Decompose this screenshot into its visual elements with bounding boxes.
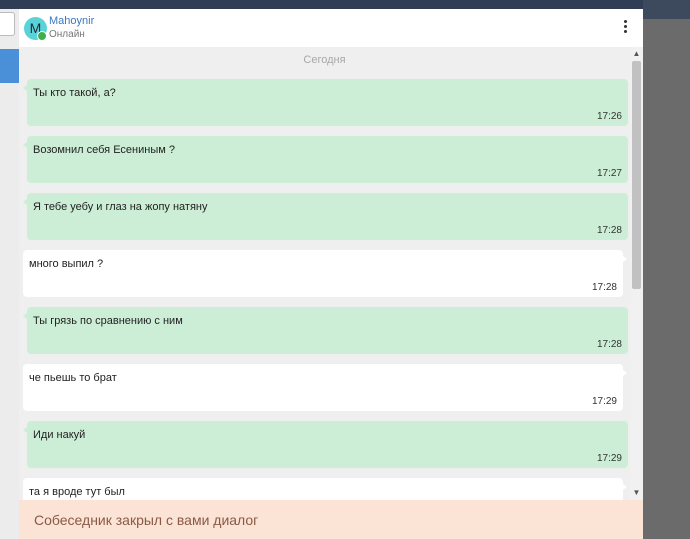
- message-list[interactable]: Сегодня Ты кто такой, а? 17:26 Возомнил …: [19, 47, 630, 500]
- message-time: 17:29: [591, 396, 617, 407]
- message-time: 17:28: [591, 282, 617, 293]
- top-window-strip: [0, 0, 690, 9]
- contact-status: Онлайн: [49, 29, 85, 40]
- message-time: 17:26: [596, 111, 622, 122]
- message-text: Возомнил себя Есениным ?: [33, 144, 175, 156]
- message-time: 17:28: [596, 225, 622, 236]
- more-vertical-icon[interactable]: [619, 19, 631, 37]
- chevron-up-icon[interactable]: ▲: [630, 49, 643, 59]
- left-panel: [0, 9, 19, 539]
- message-bubble: Возомнил себя Есениным ? 17:27: [23, 136, 628, 183]
- search-input[interactable]: [0, 12, 15, 36]
- message-text: че пьешь то брат: [29, 372, 117, 384]
- message-bubble: много выпил ? 17:28: [23, 250, 627, 297]
- dialog-closed-text: Собеседник закрыл с вами диалог: [34, 512, 259, 528]
- message-time: 17:29: [596, 453, 622, 464]
- scrollbar-thumb[interactable]: [632, 61, 641, 289]
- message-bubble: Иди накуй 17:29: [23, 421, 628, 468]
- chat-header: M Mahoynir Онлайн: [19, 9, 643, 47]
- message-time: 17:27: [596, 168, 622, 179]
- message-text: та я вроде тут был: [29, 486, 125, 498]
- dialog-closed-banner: Собеседник закрыл с вами диалог: [19, 500, 643, 539]
- date-separator: Сегодня: [303, 54, 346, 66]
- message-bubble: Я тебе уебу и глаз на жопу натяну 17:28: [23, 193, 628, 240]
- chevron-down-icon[interactable]: ▼: [630, 488, 643, 498]
- contact-name[interactable]: Mahoynir: [49, 15, 94, 27]
- online-status-dot: [37, 31, 47, 41]
- message-text: Иди накуй: [33, 429, 86, 441]
- message-bubble: че пьешь то брат 17:29: [23, 364, 627, 411]
- message-bubble: та я вроде тут был: [23, 478, 627, 500]
- message-bubble: Ты грязь по сравнению с ним 17:28: [23, 307, 628, 354]
- chat-window: M Mahoynir Онлайн Сегодня Ты кто такой, …: [19, 9, 643, 539]
- scrollbar[interactable]: ▲ ▼: [630, 47, 643, 500]
- backdrop-corner: [643, 0, 690, 19]
- message-text: много выпил ?: [29, 258, 104, 270]
- selected-dialog-item[interactable]: [0, 49, 19, 83]
- message-bubble: Ты кто такой, а? 17:26: [23, 79, 628, 126]
- message-text: Я тебе уебу и глаз на жопу натяну: [33, 201, 208, 213]
- message-text: Ты грязь по сравнению с ним: [33, 315, 183, 327]
- message-text: Ты кто такой, а?: [33, 87, 116, 99]
- message-time: 17:28: [596, 339, 622, 350]
